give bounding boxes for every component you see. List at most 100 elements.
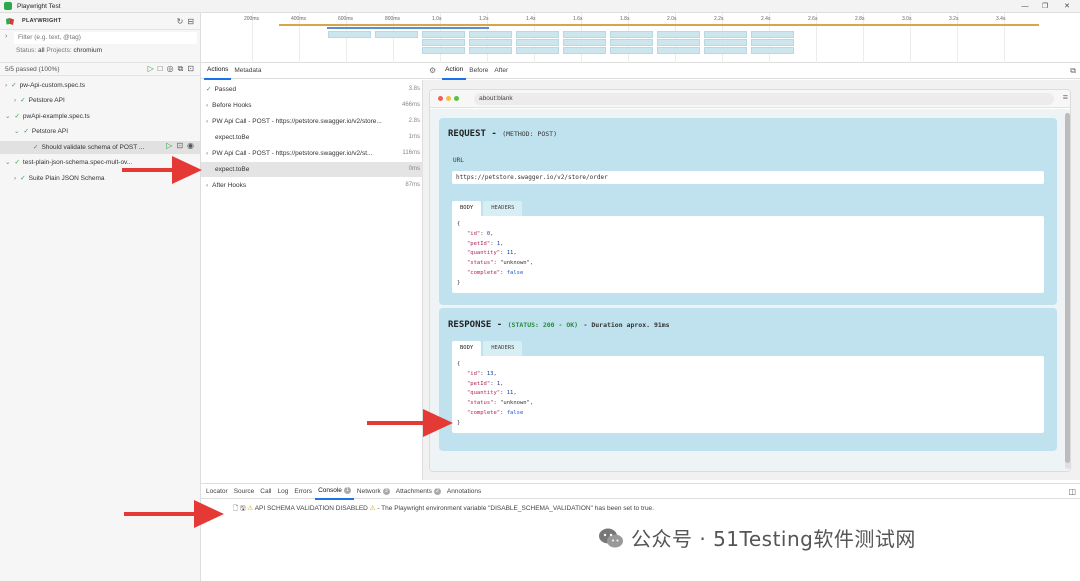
status-value: all [38,47,45,54]
filmstrip-frame[interactable] [516,31,559,38]
filmstrip-frame[interactable] [328,31,371,38]
stop-icon[interactable]: □ [158,64,163,73]
response-tab-headers[interactable]: HEADERS [483,341,523,356]
action-row[interactable]: expect.toBe 1ms [201,130,423,145]
trace-timeline[interactable]: 200ms 400ms 600ms 800ms 1.0s 1.2s 1.4s 1.6s 1.8s… [201,13,1080,63]
request-panel: REQUEST - (METHOD: POST) URL https://pet… [439,118,1057,305]
tree-file-item[interactable]: › ✓ pw-Api-custom.spec.ts [5,79,200,92]
json-line: "petId": 1, [467,380,504,387]
chevron-right-icon: › [14,97,17,104]
tab-metadata[interactable]: Metadata [231,63,264,79]
filmstrip-frame[interactable] [375,31,418,38]
filmstrip-frame[interactable] [610,31,653,38]
pass-check-icon: ✓ [14,159,20,166]
filmstrip-frame[interactable] [422,31,465,38]
filmstrip-frame[interactable] [657,31,700,38]
close-dot-icon [438,96,443,101]
watch-all-icon[interactable]: ◎ [167,64,174,73]
request-title: REQUEST [448,129,486,139]
action-row[interactable]: ✓ Passed 3.8s [201,82,423,97]
dock-panel-icon[interactable]: ◫ [1068,487,1076,496]
tab-call[interactable]: Call [257,484,274,499]
tab-before[interactable]: Before [466,63,491,79]
action-row[interactable]: › After Hooks 87ms [201,178,423,193]
tree-item-label: Suite Plain JSON Schema [28,175,105,182]
maximize-button[interactable]: ❐ [1034,0,1056,13]
filmstrip-frame[interactable] [704,31,747,38]
action-row[interactable]: › Before Hooks 466ms [201,98,423,113]
minimize-button[interactable]: — [1014,0,1036,13]
snapshot-tabbar: ⚙ Action Before After ⧉ [423,62,1080,80]
tab-log[interactable]: Log [275,484,292,499]
filmstrip-frame[interactable] [422,47,465,54]
filmstrip-frame[interactable] [657,47,700,54]
tree-item-label: test-plain-json-schema.spec-mult-ov... [22,159,133,166]
filmstrip-frame[interactable] [704,39,747,46]
snapshot-page: REQUEST - (METHOD: POST) URL https://pet… [430,109,1070,471]
filmstrip-frame[interactable] [563,39,606,46]
snapshot-browser: about:blank ≡ REQUEST - (METHOD: POST) U… [429,89,1071,472]
request-tab-body[interactable]: BODY [452,201,482,216]
close-button[interactable]: ✕ [1056,0,1078,13]
tab-source[interactable]: Source [231,484,258,499]
open-external-icon[interactable]: ⧉ [1070,66,1076,76]
filmstrip-frame[interactable] [516,39,559,46]
filmstrip-frame[interactable] [422,39,465,46]
collapse-all-icon[interactable]: ⊟ [187,17,194,26]
tab-annotations[interactable]: Annotations [444,484,484,499]
watch-icon[interactable]: ◉ [187,141,194,150]
tree-suite-item[interactable]: ⌄ ✓ Petstore API [14,125,200,138]
reload-icon[interactable]: ↻ [177,17,184,26]
copy-icon[interactable]: ⊡ [187,64,194,73]
filmstrip-frame[interactable] [469,47,512,54]
file-icon: 🗋 [233,505,239,512]
show-source-icon[interactable]: ⊡ [176,141,183,150]
json-brace: { [457,361,461,367]
json-brace: { [457,221,461,227]
tab-attachments[interactable]: Attachments 2 [393,484,444,499]
tab-after[interactable]: After [491,63,511,79]
filmstrip-frame[interactable] [516,47,559,54]
filmstrip-frame[interactable] [469,31,512,38]
tab-actions[interactable]: Actions [204,62,232,80]
action-duration: 87ms [405,182,420,188]
filmstrip-frame[interactable] [751,47,794,54]
action-row[interactable]: › PW Api Call - POST - https://petstore.s… [201,146,423,161]
tab-console[interactable]: Console 1 [315,483,354,500]
action-duration: 3.8s [408,86,420,92]
filmstrip-frame[interactable] [704,47,747,54]
playwright-logo-icon [6,17,14,25]
action-row[interactable]: › PW Api Call - POST - https://petstore.s… [201,114,423,129]
annotation-arrow [122,156,202,184]
status-filter-line[interactable]: Status: all Projects: chromium [16,47,102,54]
tab-errors[interactable]: Errors [291,484,315,499]
filmstrip-frame[interactable] [610,47,653,54]
filmstrip-frame[interactable] [563,31,606,38]
filmstrip-frame[interactable] [657,39,700,46]
tree-suite-item[interactable]: › ✓ Petstore API [14,94,200,107]
filter-input[interactable] [14,32,197,44]
tab-network[interactable]: Network 3 [354,484,393,499]
request-tab-headers[interactable]: HEADERS [483,201,523,216]
run-test-icon[interactable]: ▷ [166,141,172,150]
filmstrip-frame[interactable] [751,39,794,46]
action-row-selected[interactable]: expect.toBe 0ms [201,162,423,177]
run-all-icon[interactable]: ▷ [148,64,154,73]
tab-action[interactable]: Action [442,62,467,80]
hamburger-menu-icon[interactable]: ≡ [1063,92,1068,102]
response-tab-body[interactable]: BODY [452,341,482,356]
page-scrollbar[interactable] [1065,113,1070,469]
tree-file-item[interactable]: ⌄ ✓ pwApi-example.spec.ts [5,110,200,123]
browser-toolbar: about:blank ≡ [430,90,1070,108]
filmstrip-frame[interactable] [751,31,794,38]
scrollbar-thumb[interactable] [1065,113,1070,463]
chevron-right-icon: › [206,150,209,157]
chevron-down-icon: ⌄ [5,159,11,166]
filmstrip-frame[interactable] [610,39,653,46]
filmstrip-frame[interactable] [563,47,606,54]
chevron-right-icon[interactable]: › [5,33,7,40]
snapshot-settings-icon[interactable]: ⚙ [429,66,436,75]
toggle-output-icon[interactable]: ⧉ [178,64,184,73]
window-titlebar: Playwright Test — ❐ ✕ [0,0,1080,13]
filmstrip-frame[interactable] [469,39,512,46]
